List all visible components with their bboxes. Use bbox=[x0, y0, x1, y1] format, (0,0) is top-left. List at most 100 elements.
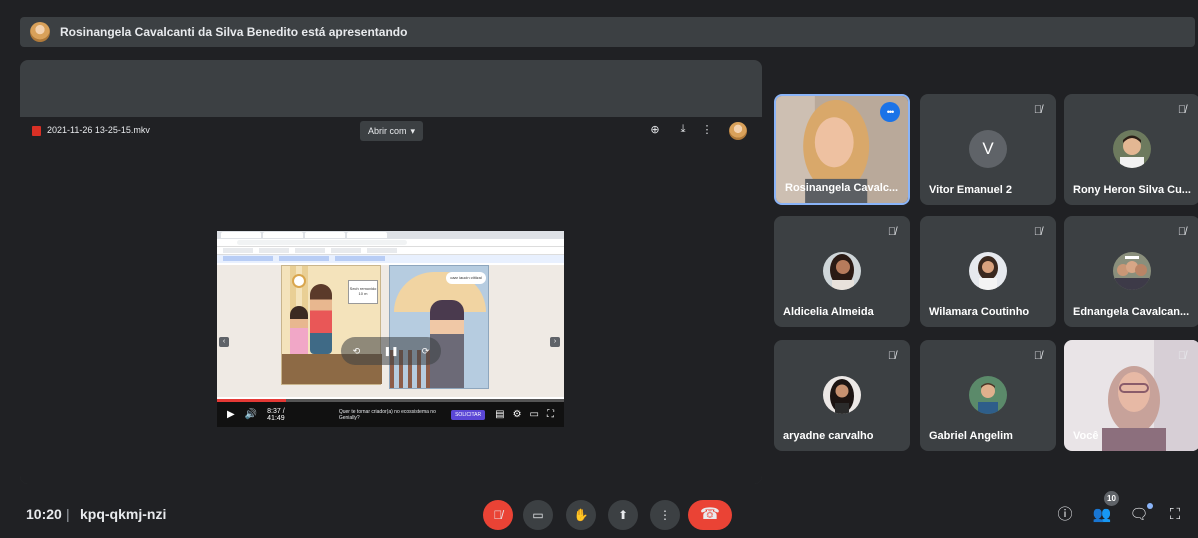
participant-tile-wilamara[interactable]: 🎙̸ Wilamara Coutinho bbox=[920, 216, 1056, 327]
participant-tile-ednangela[interactable]: 🎙̸ Ednangela Cavalcan... bbox=[1064, 216, 1198, 327]
meeting-code: kpq-qkmj-nzi bbox=[80, 506, 167, 522]
participant-tile-self[interactable]: 🎙̸ Você bbox=[1064, 340, 1198, 451]
umbrella-panel: caar iaucin ctitizal bbox=[389, 265, 489, 389]
settings-icon: ⚙ bbox=[512, 409, 522, 420]
chat-notification-dot bbox=[1147, 503, 1153, 509]
open-with-button[interactable]: Abrir com ▾ bbox=[360, 121, 424, 141]
rewind-icon: ⟲ bbox=[352, 345, 361, 356]
speech-bubble-left: Sech removido 10 m bbox=[348, 280, 378, 304]
file-name: 2021-11-26 13-25-15.mkv bbox=[47, 125, 150, 135]
browser-extension-bar bbox=[217, 255, 564, 263]
play-icon: ▶ bbox=[227, 409, 235, 420]
avatar bbox=[1113, 252, 1151, 290]
miniplayer-icon: ▭ bbox=[529, 409, 539, 420]
subtitles-icon: ▤ bbox=[495, 409, 505, 420]
separator: | bbox=[66, 506, 70, 522]
presenting-banner: Rosinangela Cavalcanti da Silva Benedito… bbox=[20, 17, 1195, 47]
avatar bbox=[969, 252, 1007, 290]
cta-button: SOLICITAR bbox=[451, 409, 486, 420]
video-controls: ▶ 🔊 8:37 / 41:49 Quer te tornar criador(… bbox=[217, 402, 564, 427]
more-vert-icon[interactable]: ⋮ bbox=[700, 123, 714, 136]
meeting-time: 10:20 bbox=[26, 506, 62, 522]
participant-tile-vitor[interactable]: 🎙̸ V Vitor Emanuel 2 bbox=[920, 94, 1056, 205]
avatar bbox=[823, 376, 861, 414]
genially-scene: Sech removido 10 m caar iaucin ctitizal … bbox=[217, 265, 564, 423]
volume-icon: 🔊 bbox=[244, 409, 258, 420]
account-avatar[interactable] bbox=[729, 122, 747, 140]
mic-off-icon: 🎙̸ bbox=[887, 226, 897, 238]
videocam-icon: ▭ bbox=[532, 508, 544, 522]
people-button[interactable]: 👥 bbox=[1091, 504, 1113, 526]
clock-icon bbox=[292, 274, 306, 288]
participant-tile-gabriel[interactable]: 🎙̸ Gabriel Angelim bbox=[920, 340, 1056, 451]
participant-tile-aryadne[interactable]: 🎙̸ aryadne carvalho bbox=[774, 340, 910, 451]
pause-icon: ❚❚ bbox=[383, 345, 399, 356]
avatar bbox=[969, 376, 1007, 414]
video-file-icon bbox=[32, 126, 41, 136]
people-count-badge: 10 bbox=[1104, 491, 1119, 506]
chat-icon: 🗨 bbox=[1129, 506, 1149, 523]
mic-off-icon: 🎙̸ bbox=[493, 508, 503, 522]
participant-name: Vitor Emanuel 2 bbox=[929, 184, 1012, 196]
speech-bubble-right: caar iaucin ctitizal bbox=[446, 272, 486, 284]
people-icon: 👥 bbox=[1092, 506, 1112, 523]
download-icon[interactable]: ⤓ bbox=[676, 123, 690, 136]
participant-tile-rosinangela[interactable]: ••• Rosinangela Cavalc... bbox=[774, 94, 910, 205]
forward-icon: ⟳ bbox=[421, 345, 430, 356]
shared-screen[interactable]: 2021-11-26 13-25-15.mkv Abrir com ▾ ⊕ ⤓ … bbox=[20, 60, 762, 484]
prev-slide-icon: ‹ bbox=[219, 337, 229, 347]
raise-hand-button[interactable]: ✋ bbox=[566, 500, 596, 530]
participant-name: Rony Heron Silva Cu... bbox=[1073, 184, 1191, 196]
video-time: 8:37 / 41:49 bbox=[267, 407, 285, 422]
mic-off-icon: 🎙̸ bbox=[1177, 350, 1187, 362]
shared-browser-screenshot: Sech removido 10 m caar iaucin ctitizal … bbox=[217, 231, 564, 427]
mic-off-icon: 🎙̸ bbox=[1033, 350, 1043, 362]
participant-tile-aldicelia[interactable]: 🎙̸ Aldicelia Almeida bbox=[774, 216, 910, 327]
avatar bbox=[1113, 130, 1151, 168]
meeting-details-button[interactable]: ⓘ bbox=[1054, 504, 1076, 526]
participant-tile-rony[interactable]: 🎙̸ Rony Heron Silva Cu... bbox=[1064, 94, 1198, 205]
mic-off-icon: 🎙̸ bbox=[1177, 226, 1187, 238]
fullscreen-icon: ⛶ bbox=[547, 409, 554, 420]
dropdown-arrow-icon: ▾ bbox=[410, 125, 416, 136]
classroom-panel: Sech removido 10 m bbox=[281, 265, 382, 385]
avatar bbox=[823, 252, 861, 290]
drive-video-viewer: 2021-11-26 13-25-15.mkv Abrir com ▾ ⊕ ⤓ … bbox=[20, 117, 762, 484]
viewer-toolbar: 2021-11-26 13-25-15.mkv Abrir com ▾ ⊕ ⤓ … bbox=[20, 117, 762, 145]
info-icon: ⓘ bbox=[1057, 506, 1073, 523]
participant-name: Rosinangela Cavalc... bbox=[785, 182, 899, 194]
browser-tabs bbox=[217, 231, 564, 239]
player-overlay: ⟲ ❚❚ ⟳ bbox=[341, 337, 441, 365]
present-screen-button[interactable]: ⬆ bbox=[608, 500, 638, 530]
present-icon: ⬆ bbox=[617, 508, 629, 522]
hand-icon: ✋ bbox=[573, 508, 589, 522]
participant-name: Aldicelia Almeida bbox=[783, 306, 874, 318]
speaking-indicator-icon: ••• bbox=[880, 102, 900, 122]
camera-toggle-button[interactable]: ▭ bbox=[523, 500, 553, 530]
presenter-avatar bbox=[30, 22, 50, 42]
genially-cta: Quer te tornar criador(a) no ecossistema… bbox=[338, 408, 436, 421]
call-end-icon: ☎ bbox=[700, 506, 720, 523]
mic-off-icon: 🎙̸ bbox=[1033, 104, 1043, 116]
participant-name: Wilamara Coutinho bbox=[929, 306, 1030, 318]
drive-add-icon[interactable]: ⊕ bbox=[648, 123, 662, 136]
activities-button[interactable]: ⛶ bbox=[1164, 504, 1186, 526]
mic-off-icon: 🎙̸ bbox=[1033, 226, 1043, 238]
avatar: V bbox=[969, 130, 1007, 168]
mic-toggle-button[interactable]: 🎙̸ bbox=[483, 500, 513, 530]
more-vert-icon: ⋮ bbox=[659, 508, 671, 522]
browser-address-bar bbox=[217, 239, 564, 247]
participant-name: aryadne carvalho bbox=[783, 430, 874, 442]
more-options-button[interactable]: ⋮ bbox=[650, 500, 680, 530]
mic-off-icon: 🎙̸ bbox=[1177, 104, 1187, 116]
mic-off-icon: 🎙̸ bbox=[887, 350, 897, 362]
activities-icon: ⛶ bbox=[1169, 506, 1181, 523]
presenting-text: Rosinangela Cavalcanti da Silva Benedito… bbox=[60, 25, 408, 39]
next-slide-icon: › bbox=[550, 337, 560, 347]
meeting-controls-bar: 10:20 | kpq-qkmj-nzi 🎙̸ ▭ ✋ ⬆ ⋮ ☎ ⓘ 👥 🗨 … bbox=[0, 490, 1198, 538]
browser-bookmarks bbox=[217, 247, 564, 255]
open-with-label: Abrir com bbox=[368, 126, 407, 136]
leave-call-button[interactable]: ☎ bbox=[688, 500, 732, 530]
participant-name: Você bbox=[1073, 430, 1099, 442]
participant-name: Ednangela Cavalcan... bbox=[1073, 306, 1190, 318]
